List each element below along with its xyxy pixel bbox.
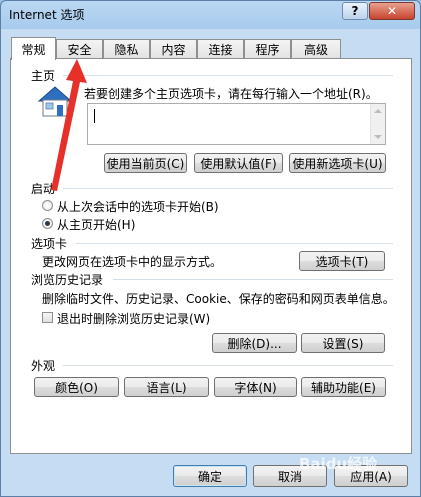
homepage-divider bbox=[63, 75, 393, 76]
homepage-section-label: 主页 bbox=[31, 69, 56, 83]
history-settings-button[interactable]: 设置(S) bbox=[301, 333, 385, 353]
tab-advanced[interactable]: 高级 bbox=[291, 39, 341, 58]
radio-last-session[interactable] bbox=[42, 200, 53, 211]
internet-options-window: Internet 选项 ? ✕ 常规 安全 隐私 内容 连接 程序 高级 主页 … bbox=[0, 0, 421, 497]
history-section-label: 浏览历史记录 bbox=[31, 273, 104, 287]
help-icon: ? bbox=[351, 4, 359, 18]
startup-section-label: 启动 bbox=[31, 182, 56, 196]
delete-on-exit-checkbox[interactable] bbox=[42, 312, 53, 323]
homepage-instruction: 若要创建多个主页选项卡，请在每行输入一个地址(R)。 bbox=[84, 87, 378, 101]
delete-on-exit-label[interactable]: 退出时删除浏览历史记录(W) bbox=[57, 310, 210, 327]
house-icon bbox=[37, 86, 73, 117]
homepage-scrollbar[interactable] bbox=[370, 104, 385, 144]
tab-security[interactable]: 安全 bbox=[56, 39, 103, 58]
general-tab-panel: 主页 若要创建多个主页选项卡，请在每行输入一个地址(R)。 使用当前页(C) 使… bbox=[10, 58, 412, 454]
use-new-tab-button[interactable]: 使用新选项卡(U) bbox=[289, 153, 386, 173]
accessibility-button[interactable]: 辅助功能(E) bbox=[301, 377, 386, 397]
close-button[interactable]: ✕ bbox=[369, 2, 415, 20]
tab-privacy[interactable]: 隐私 bbox=[103, 39, 150, 58]
appearance-divider bbox=[63, 365, 393, 366]
window-title: Internet 选项 bbox=[9, 8, 85, 22]
delete-history-button[interactable]: 删除(D)... bbox=[212, 333, 297, 353]
text-caret bbox=[94, 109, 95, 123]
use-default-button[interactable]: 使用默认值(F) bbox=[194, 153, 283, 173]
languages-button[interactable]: 语言(L) bbox=[124, 377, 209, 397]
tabs-divider bbox=[76, 243, 393, 244]
radio-homepage-label[interactable]: 从主页开始(H) bbox=[57, 216, 135, 233]
radio-last-session-label[interactable]: 从上次会话中的选项卡开始(B) bbox=[57, 198, 219, 215]
ok-button[interactable]: 确定 bbox=[173, 465, 247, 487]
tab-content[interactable]: 内容 bbox=[150, 39, 197, 58]
startup-divider bbox=[63, 188, 393, 189]
scroll-up-icon[interactable] bbox=[374, 109, 382, 113]
use-current-page-button[interactable]: 使用当前页(C) bbox=[104, 153, 187, 173]
radio-homepage[interactable] bbox=[42, 218, 53, 229]
tabs-description: 更改网页在选项卡中的显示方式。 bbox=[42, 255, 223, 269]
colors-button[interactable]: 颜色(O) bbox=[34, 377, 119, 397]
close-icon: ✕ bbox=[386, 4, 398, 18]
homepage-url-input[interactable] bbox=[87, 103, 386, 145]
title-bar[interactable]: Internet 选项 ? ✕ bbox=[1, 1, 420, 27]
tab-connections[interactable]: 连接 bbox=[197, 39, 244, 58]
fonts-button[interactable]: 字体(N) bbox=[214, 377, 297, 397]
help-button[interactable]: ? bbox=[342, 2, 368, 20]
watermark: Baidu经验 bbox=[299, 455, 378, 473]
history-divider bbox=[113, 279, 393, 280]
history-description: 删除临时文件、历史记录、Cookie、保存的密码和网页表单信息。 bbox=[42, 292, 395, 306]
tabs-section-label: 选项卡 bbox=[31, 237, 68, 251]
scroll-down-icon[interactable] bbox=[374, 135, 382, 139]
tabs-settings-button[interactable]: 选项卡(T) bbox=[299, 251, 385, 271]
tab-general[interactable]: 常规 bbox=[11, 37, 56, 60]
appearance-section-label: 外观 bbox=[31, 359, 56, 373]
tab-programs[interactable]: 程序 bbox=[244, 39, 291, 58]
